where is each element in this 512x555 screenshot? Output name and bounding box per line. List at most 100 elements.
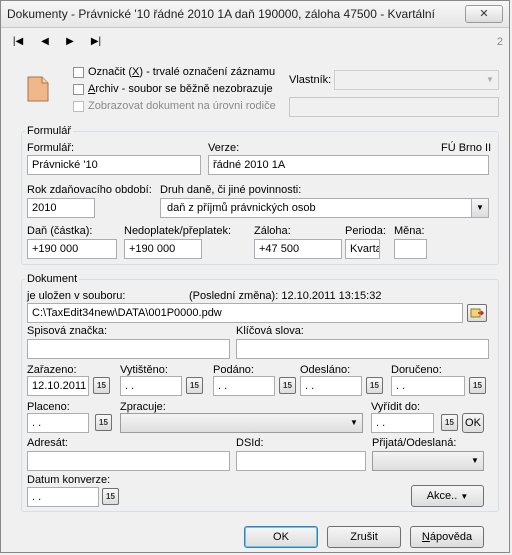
prijata-select[interactable]: ▼: [372, 451, 484, 471]
rok-field[interactable]: 2010: [27, 198, 95, 218]
calendar-icon: 15: [97, 381, 106, 390]
verze-label: Verze:: [208, 142, 240, 154]
dokumenty-window: Dokumenty - Právnické '10 řádné 2010 1A …: [0, 0, 510, 553]
klicova-field[interactable]: [236, 339, 489, 359]
formular-group-title: Formulář: [25, 125, 74, 137]
close-button[interactable]: ✕: [465, 5, 503, 23]
zarazeno-calendar-button[interactable]: 15: [93, 377, 110, 394]
dsid-field[interactable]: [236, 451, 366, 471]
zrusit-button[interactable]: Zrušit: [327, 526, 401, 548]
spisova-field[interactable]: [27, 339, 230, 359]
adresat-field[interactable]: [27, 451, 230, 471]
druh-label: Druh daně, či jiné povinnosti:: [160, 184, 302, 196]
posledni-zmena-value: 12.10.2011 13:15:32: [281, 290, 382, 302]
mena-label: Měna:: [394, 225, 425, 237]
nav-prev-button[interactable]: ◀: [38, 36, 52, 48]
mena-field[interactable]: [394, 239, 427, 259]
ulozen-label: je uložen v souboru:: [27, 290, 126, 302]
vytisteno-calendar-button[interactable]: 15: [186, 377, 203, 394]
window-title: Dokumenty - Právnické '10 řádné 2010 1A …: [7, 7, 435, 21]
dan-field[interactable]: +190 000: [27, 239, 117, 259]
parent-field: [289, 97, 499, 117]
zobrazovat-checkbox[interactable]: [73, 101, 84, 112]
placeno-field[interactable]: . .: [27, 413, 89, 433]
calendar-icon: 15: [283, 381, 292, 390]
doruceno-label: Doručeno:: [391, 364, 442, 376]
formular-field[interactable]: Právnické '10: [27, 155, 201, 175]
archiv-label: Archiv - soubor se běžně nezobrazuje: [88, 83, 273, 95]
verze-field[interactable]: řádné 2010 1A: [208, 155, 489, 175]
prijata-label: Přijatá/Odeslaná:: [372, 437, 457, 449]
chevron-down-icon: ▼: [471, 199, 488, 217]
posledni-zmena-label: (Poslední změna): 12.10.2011 13:15:32: [189, 290, 382, 302]
calendar-icon: 15: [99, 418, 108, 427]
nav-first-button[interactable]: |◀: [11, 36, 25, 48]
chevron-down-icon: ▼: [486, 75, 494, 84]
podano-label: Podáno:: [213, 364, 254, 376]
zaloha-field[interactable]: +47 500: [254, 239, 342, 259]
odeslano-calendar-button[interactable]: 15: [366, 377, 383, 394]
napoveda-button[interactable]: Nápověda: [410, 526, 484, 548]
odeslano-field[interactable]: . .: [300, 376, 362, 396]
nedoplatek-label: Nedoplatek/přeplatek:: [124, 225, 232, 237]
zobrazovat-label: Zobrazovat dokument na úrovni rodiče: [88, 100, 276, 112]
druh-select[interactable]: daň z příjmů právnických osob ▼: [160, 198, 489, 218]
perioda-field[interactable]: Kvarta: [345, 239, 380, 259]
title-bar: Dokumenty - Právnické '10 řádné 2010 1A …: [1, 1, 509, 28]
chevron-down-icon: ▼: [460, 492, 469, 501]
dan-label: Daň (částka):: [27, 225, 93, 237]
zpracuje-select[interactable]: ▼: [120, 413, 363, 433]
placeno-label: Placeno:: [27, 401, 70, 413]
oznacit-checkbox[interactable]: [73, 67, 84, 78]
document-icon: [27, 76, 49, 102]
datum-konverze-calendar-button[interactable]: 15: [102, 488, 119, 505]
calendar-icon: 15: [190, 381, 199, 390]
placeno-calendar-button[interactable]: 15: [95, 414, 112, 431]
oznacit-label: Označit (X) - trvalé označení záznamu: [88, 66, 276, 78]
adresat-label: Adresát:: [27, 437, 68, 449]
zarazeno-field[interactable]: 12.10.2011: [27, 376, 89, 396]
podano-field[interactable]: . .: [213, 376, 275, 396]
datum-konverze-label: Datum konverze:: [27, 474, 111, 486]
chevron-down-icon: ▼: [350, 418, 358, 427]
calendar-icon: 15: [106, 492, 115, 501]
nav-next-button[interactable]: ▶: [63, 36, 77, 48]
vytisteno-label: Vytištěno:: [120, 364, 168, 376]
vytisteno-field[interactable]: . .: [120, 376, 182, 396]
vyridit-field[interactable]: . .: [371, 413, 434, 433]
chevron-down-icon: ▼: [471, 456, 479, 465]
odeslano-label: Odesláno:: [300, 364, 351, 376]
vyridit-label: Vyřídit do:: [371, 401, 421, 413]
klicova-label: Klíčová slova:: [236, 325, 304, 337]
zarazeno-label: Zařazeno:: [27, 364, 77, 376]
akce-button[interactable]: Akce.. ▼: [411, 485, 484, 507]
spisova-label: Spisová značka:: [27, 325, 108, 337]
zpracuje-label: Zpracuje:: [120, 401, 166, 413]
folder-arrow-icon: [470, 308, 485, 318]
datum-konverze-field[interactable]: . .: [27, 487, 99, 507]
close-icon: ✕: [479, 8, 489, 20]
calendar-icon: 15: [445, 418, 454, 427]
dokument-group-title: Dokument: [25, 273, 80, 285]
podano-calendar-button[interactable]: 15: [279, 377, 296, 394]
vyridit-calendar-button[interactable]: 15: [441, 414, 458, 431]
vlastnik-select[interactable]: ▼: [334, 70, 499, 90]
page-number: 2: [496, 36, 503, 48]
ok-button[interactable]: OK: [244, 526, 318, 548]
fu-label: FÚ Brno II: [441, 142, 492, 154]
calendar-icon: 15: [370, 381, 379, 390]
calendar-icon: 15: [473, 381, 482, 390]
nedoplatek-field[interactable]: +190 000: [124, 239, 202, 259]
open-file-button[interactable]: [467, 304, 487, 322]
rok-label: Rok zdaňovacího období:: [27, 184, 152, 196]
formular-label: Formulář:: [27, 142, 75, 154]
doruceno-field[interactable]: . .: [391, 376, 465, 396]
vyridit-ok-button[interactable]: OK: [462, 413, 484, 433]
perioda-label: Perioda:: [345, 225, 386, 237]
archiv-checkbox[interactable]: [73, 84, 84, 95]
doruceno-calendar-button[interactable]: 15: [469, 377, 486, 394]
soubor-field[interactable]: C:\TaxEdit34new\DATA\001P0000.pdw: [27, 303, 463, 323]
zaloha-label: Záloha:: [254, 225, 291, 237]
vlastnik-label: Vlastník:: [289, 74, 332, 86]
nav-last-button[interactable]: ▶|: [89, 36, 103, 48]
